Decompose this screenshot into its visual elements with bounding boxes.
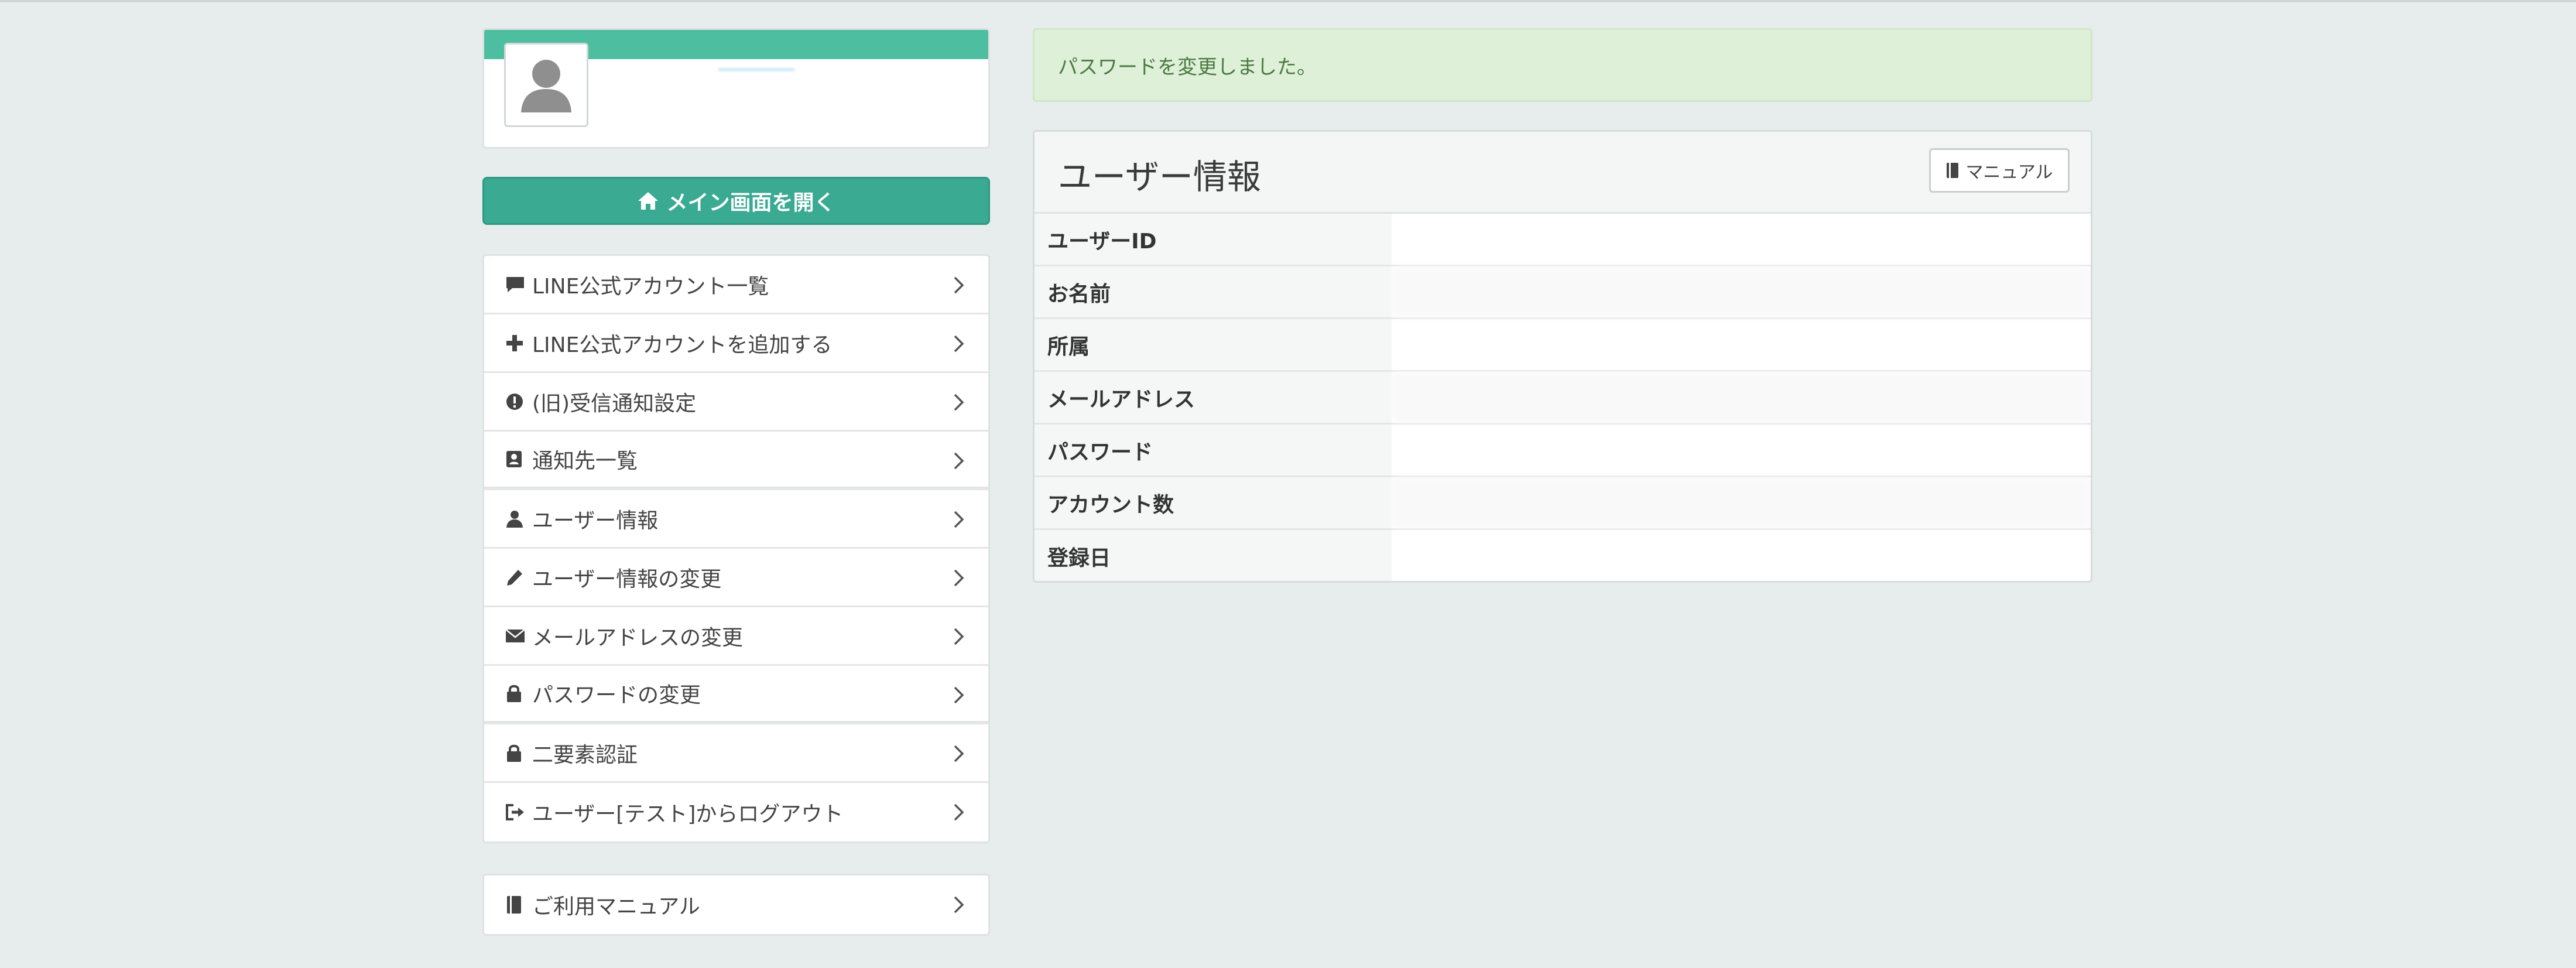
- chevron-right-icon: [954, 511, 964, 528]
- table-row: 登録日: [1034, 530, 2091, 581]
- row-value: [1392, 530, 2091, 581]
- menu-item-change-user-info[interactable]: ユーザー情報の変更: [484, 549, 988, 607]
- row-label: 登録日: [1034, 530, 1392, 581]
- chevron-right-icon: [954, 803, 964, 821]
- chevron-right-icon: [954, 394, 964, 411]
- row-label: アカウント数: [1034, 477, 1392, 528]
- row-label: パスワード: [1034, 425, 1392, 476]
- row-value: [1392, 319, 2091, 370]
- menu-item-line-accounts[interactable]: LINE公式アカウント一覧: [484, 256, 988, 314]
- row-value: [1392, 266, 2091, 317]
- plus-icon: [505, 331, 529, 355]
- pencil-icon: [505, 566, 529, 589]
- menu-item-logout[interactable]: ユーザー[テスト]からログアウト: [484, 783, 988, 842]
- manual-button-label: マニュアル: [1965, 162, 2053, 183]
- row-label: お名前: [1034, 266, 1392, 317]
- menu-item-change-email[interactable]: メールアドレスの変更: [484, 607, 988, 666]
- menu-item-add-line-account[interactable]: LINE公式アカウントを追加する: [484, 314, 988, 373]
- menu-item-label: パスワードの変更: [532, 683, 701, 707]
- open-main-screen-button[interactable]: メイン画面を開く: [482, 177, 990, 225]
- chevron-right-icon: [954, 686, 964, 704]
- alert-message: パスワードを変更しました。: [1058, 55, 1317, 79]
- profile-decoration: [718, 69, 794, 71]
- menu-item-notification-targets[interactable]: 通知先一覧: [484, 432, 988, 490]
- chevron-right-icon: [954, 628, 964, 645]
- book-icon: [1947, 163, 1959, 178]
- side-menu: LINE公式アカウント一覧 LINE公式アカウントを追加する (旧)受信通知設定…: [482, 254, 990, 843]
- book-icon: [505, 893, 529, 916]
- row-value: [1392, 372, 2091, 423]
- table-row: ユーザーID: [1034, 214, 2091, 266]
- profile-card: [482, 28, 990, 149]
- user-silhouette-icon: [521, 60, 571, 112]
- menu-item-label: メールアドレスの変更: [532, 625, 744, 650]
- menu-item-label: 通知先一覧: [532, 449, 638, 473]
- table-row: お名前: [1034, 266, 2091, 319]
- user-info-panel: ユーザー情報 マニュアル ユーザーID お名前 所属 メールアドレス パスワード…: [1033, 130, 2092, 583]
- row-label: 所属: [1034, 319, 1392, 370]
- user-info-table: ユーザーID お名前 所属 メールアドレス パスワード アカウント数 登録日: [1034, 214, 2091, 581]
- comment-icon: [505, 273, 529, 296]
- lock-icon: [505, 682, 529, 705]
- chevron-right-icon: [954, 569, 964, 587]
- chevron-right-icon: [954, 335, 964, 353]
- row-label: ユーザーID: [1034, 214, 1392, 265]
- chevron-right-icon: [954, 745, 964, 762]
- envelope-icon: [505, 624, 529, 648]
- open-main-screen-label: メイン画面を開く: [666, 191, 835, 215]
- user-icon: [505, 507, 529, 531]
- menu-item-label: LINE公式アカウントを追加する: [532, 333, 833, 357]
- panel-header: ユーザー情報 マニュアル: [1034, 132, 2091, 214]
- manual-button[interactable]: マニュアル: [1929, 148, 2070, 193]
- row-value: [1392, 214, 2091, 265]
- menu-item-label: ユーザー情報の変更: [532, 567, 722, 591]
- profile-name: [607, 77, 748, 101]
- chevron-right-icon: [954, 276, 964, 294]
- table-row: アカウント数: [1034, 477, 2091, 530]
- row-value: [1392, 477, 2091, 528]
- profile-subtext: [607, 106, 888, 131]
- menu-item-change-password[interactable]: パスワードの変更: [484, 666, 988, 724]
- contact-book-icon: [505, 447, 529, 471]
- chevron-right-icon: [954, 452, 964, 470]
- table-row: メールアドレス: [1034, 372, 2091, 425]
- menu-item-old-receive-notification[interactable]: (旧)受信通知設定: [484, 373, 988, 432]
- row-value: [1392, 425, 2091, 476]
- exclamation-circle-icon: [505, 390, 529, 413]
- menu-item-label: ユーザー[テスト]からログアウト: [532, 802, 844, 826]
- success-alert: パスワードを変更しました。: [1033, 28, 2092, 102]
- avatar[interactable]: [504, 43, 588, 127]
- menu-item-label: ご利用マニュアル: [532, 895, 700, 919]
- table-row: パスワード: [1034, 425, 2091, 477]
- home-icon: [638, 192, 659, 210]
- menu-item-user-manual[interactable]: ご利用マニュアル: [484, 875, 988, 934]
- menu-item-label: 二要素認証: [532, 743, 638, 767]
- page-title: ユーザー情報: [1058, 157, 1261, 197]
- lock-icon: [505, 741, 529, 765]
- manual-menu: ご利用マニュアル: [482, 874, 990, 936]
- menu-item-two-factor-auth[interactable]: 二要素認証: [484, 724, 988, 783]
- top-border: [0, 0, 2576, 2]
- menu-item-user-info[interactable]: ユーザー情報: [484, 490, 988, 549]
- menu-item-label: ユーザー情報: [532, 508, 659, 533]
- table-row: 所属: [1034, 319, 2091, 372]
- logout-icon: [505, 801, 529, 824]
- menu-item-label: LINE公式アカウント一覧: [532, 274, 769, 299]
- menu-item-label: (旧)受信通知設定: [532, 391, 697, 416]
- chevron-right-icon: [954, 896, 964, 914]
- row-label: メールアドレス: [1034, 372, 1392, 423]
